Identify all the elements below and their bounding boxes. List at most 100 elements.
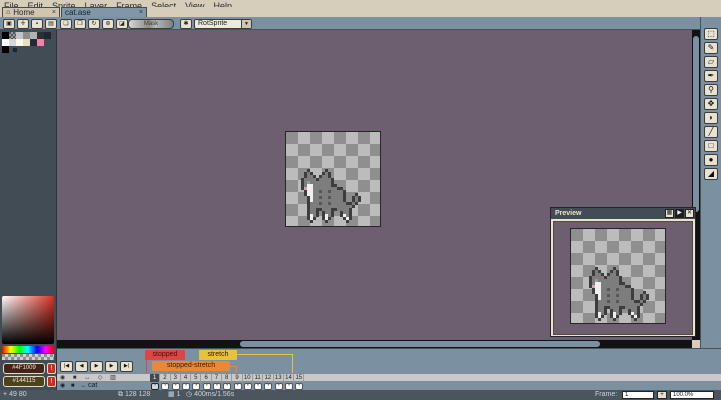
close-icon[interactable]: × (139, 8, 143, 18)
tag-stretch[interactable]: stretch (199, 350, 237, 360)
saturation-value-picker[interactable] (2, 296, 54, 344)
rectangle-tool[interactable]: □ (704, 140, 718, 152)
square-button[interactable]: ▪ (31, 19, 43, 29)
frame-cell[interactable]: • (160, 382, 170, 390)
frame-cell[interactable]: • (274, 382, 284, 390)
frame-cell[interactable]: • (191, 382, 201, 390)
frame-header-cell[interactable]: 6 (201, 374, 212, 382)
frame-header-cell[interactable]: 8 (222, 374, 233, 382)
close-icon[interactable]: ✕ (685, 209, 694, 218)
palette-swatch[interactable] (16, 32, 23, 39)
eyedropper-tool[interactable]: ✒ (704, 70, 718, 82)
pencil-tool[interactable]: ✎ (704, 42, 718, 54)
palette-swatch[interactable] (9, 32, 16, 39)
frame-cell[interactable]: • (243, 382, 253, 390)
color-warning-button[interactable]: ! (47, 376, 56, 387)
palette-swatch[interactable] (2, 46, 9, 53)
palette-swatch[interactable] (13, 48, 17, 52)
add-button[interactable]: ✛ (17, 19, 29, 29)
tiled-mode-button[interactable]: ▦ (665, 209, 674, 218)
grid-button[interactable]: ▤ (45, 19, 57, 29)
frame-cell[interactable]: • (181, 382, 191, 390)
flip-button[interactable]: ⊛ (102, 19, 114, 29)
background-color-field[interactable]: #144115 (3, 376, 45, 387)
corner-button[interactable]: ◪ (116, 19, 128, 29)
palette-swatch[interactable] (30, 39, 37, 46)
frame-header-cell[interactable]: 15 (294, 374, 305, 382)
layer-name[interactable]: cat (88, 382, 97, 390)
frame-header-cell[interactable]: 11 (253, 374, 264, 382)
palette-swatch[interactable] (23, 32, 30, 39)
playback-button[interactable]: ▶ (105, 361, 118, 372)
tag-stopped-stretch[interactable]: stopped-stretch (152, 361, 230, 371)
scrollbar-thumb[interactable] (240, 341, 600, 347)
zoom-tool[interactable]: ⚲ (704, 84, 718, 96)
blur-tool[interactable]: ◗ (704, 112, 718, 124)
palette-swatch[interactable] (16, 39, 23, 46)
frame-header-cell[interactable]: 4 (181, 374, 192, 382)
paste-selection-button[interactable]: ❐ (74, 19, 86, 29)
frame-cell[interactable]: • (284, 382, 294, 390)
close-icon[interactable]: × (52, 8, 56, 18)
palette-swatch[interactable] (44, 32, 51, 39)
tab-home[interactable]: ⌂ Home × (2, 7, 60, 17)
zoom-level-input[interactable] (670, 391, 714, 399)
palette-swatch[interactable] (30, 32, 37, 39)
frame-header-cell[interactable]: 13 (274, 374, 284, 382)
layer-visibility-icons[interactable]: ◉ ■ ↔ (60, 382, 88, 390)
tab-document[interactable]: cat.ase × (61, 7, 147, 17)
contour-tool[interactable]: ● (704, 154, 718, 166)
palette-swatch[interactable] (37, 32, 44, 39)
frame-cell[interactable]: • (212, 382, 222, 390)
alpha-slider[interactable] (2, 354, 54, 360)
rotate-button[interactable]: ↻ (88, 19, 100, 29)
frame-cell[interactable]: • (232, 382, 242, 390)
frame-header-cell[interactable]: 10 (243, 374, 253, 382)
chevron-down-icon[interactable]: ▼ (241, 20, 251, 28)
frame-cell[interactable]: • (150, 382, 160, 390)
horizontal-scrollbar[interactable] (57, 340, 692, 348)
frame-cell[interactable]: • (222, 382, 232, 390)
frame-header-cell[interactable]: 9 (232, 374, 243, 382)
palette-swatch[interactable] (23, 39, 30, 46)
eraser-tool[interactable]: ▱ (704, 56, 718, 68)
frame-cell[interactable]: • (201, 382, 211, 390)
foreground-color-field[interactable]: #4F1009 (3, 363, 45, 374)
move-tool[interactable]: ✥ (704, 98, 718, 110)
preview-titlebar[interactable]: Preview ▦ ▶ ✕ (551, 208, 695, 219)
frame-cell[interactable]: • (294, 382, 304, 390)
rotation-algorithm-dropdown[interactable]: RotSprite ▼ (194, 19, 252, 29)
extra-option-button[interactable]: ✱ (180, 19, 192, 29)
mask-color-button[interactable]: Mask (128, 19, 174, 29)
copy-selection-button[interactable]: ❏ (60, 19, 72, 29)
timeline-header-icons[interactable]: ◉ ■ ↔ ◇ ▥ (60, 374, 119, 382)
hue-slider[interactable] (2, 346, 54, 353)
frame-header-cell[interactable]: 5 (191, 374, 202, 382)
play-button[interactable]: ▶ (675, 209, 684, 218)
frame-header-cell[interactable]: 1 (150, 374, 161, 382)
scrollbar-thumb[interactable] (693, 36, 699, 212)
playback-button[interactable]: |◀ (60, 361, 73, 372)
frame-header-cell[interactable]: 2 (160, 374, 171, 382)
frame-header-cell[interactable]: 12 (263, 374, 274, 382)
playback-button[interactable]: ▶| (120, 361, 133, 372)
layer-row[interactable]: ◉ ■ ↔ cat • • • • • • • • • • • • • • • (57, 382, 721, 390)
playback-button[interactable]: ▶ (90, 361, 103, 372)
tag-stopped[interactable]: stopped (145, 350, 185, 360)
frame-cell[interactable]: • (171, 382, 181, 390)
frame-cell[interactable]: • (263, 382, 273, 390)
frame-number-input[interactable] (622, 391, 654, 399)
frame-header-cell[interactable]: 7 (212, 374, 223, 382)
sprite-canvas[interactable] (285, 131, 381, 227)
palette-swatch[interactable] (9, 39, 16, 46)
line-tool[interactable]: ╱ (704, 126, 718, 138)
palette-swatch[interactable] (37, 39, 44, 46)
add-frame-button[interactable]: + (657, 391, 667, 399)
palette-swatch[interactable] (2, 39, 9, 46)
frame-cell[interactable]: • (253, 382, 263, 390)
rectangular-marquee-tool[interactable]: ⬚ (704, 28, 718, 40)
pivot-button[interactable]: ▣ (3, 19, 15, 29)
playback-button[interactable]: ◀ (75, 361, 88, 372)
frame-header-cell[interactable]: 14 (284, 374, 295, 382)
palette-swatch[interactable] (2, 32, 9, 39)
